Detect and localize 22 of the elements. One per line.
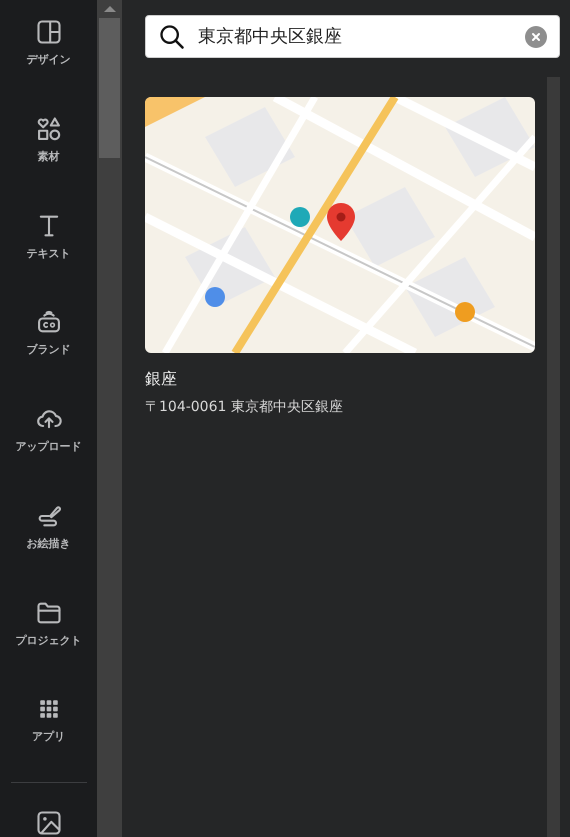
layout-icon [34, 18, 62, 46]
sidebar-item[interactable]: テキスト [0, 212, 97, 308]
place-address: 〒104-0061 東京都中央区銀座 [145, 398, 344, 417]
sidebar-item[interactable]: お絵描き [0, 502, 97, 598]
sidebar-item[interactable] [34, 809, 62, 837]
search-input[interactable]: 東京都中央区銀座 [198, 23, 513, 50]
sidebar-item[interactable]: ブランド [0, 308, 97, 405]
sidebar-item[interactable]: プロジェクト [0, 598, 97, 696]
scrollbar[interactable] [97, 0, 122, 837]
shapes-icon [34, 114, 62, 143]
scrollbar-thumb[interactable] [99, 18, 120, 158]
place-title: 銀座 [145, 368, 178, 390]
clear-button[interactable] [525, 26, 547, 48]
image-icon [34, 809, 62, 837]
scroll-up-icon[interactable] [104, 5, 116, 13]
search-icon [158, 22, 186, 50]
sidebar-item[interactable]: アプリ [0, 695, 97, 792]
search-field[interactable]: 東京都中央区銀座 [145, 15, 560, 58]
sidebar-item[interactable]: デザイン [0, 18, 97, 115]
sidebar-item[interactable]: アップロード [0, 405, 97, 502]
sidebar-item[interactable]: 素材 [0, 114, 97, 212]
close-icon [531, 32, 541, 42]
